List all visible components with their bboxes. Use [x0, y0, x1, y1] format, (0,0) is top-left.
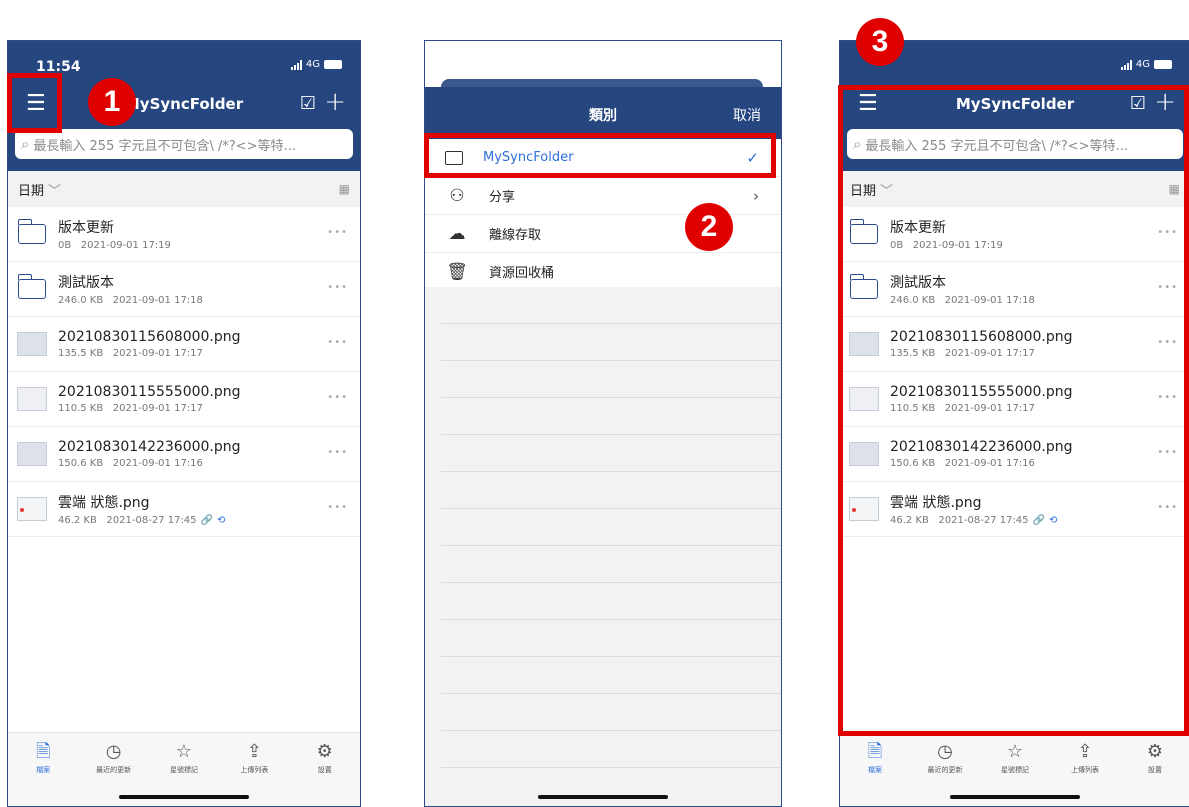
list-item[interactable]: 測試版本 246.0 KB 2021-09-01 17:18 ••• [8, 262, 360, 317]
status-indicators: 4G [1120, 59, 1172, 70]
search-icon: ⌕ [21, 135, 30, 153]
file-list: 版本更新 0B 2021-09-01 17:19 ••• 測試版本 246.0 KB … [8, 207, 360, 537]
sheet-header: 類別 取消 [425, 87, 781, 139]
tab-bar: 🗎 檔案 ◷ 最近的更新 ☆ 星號標記 ⇪ 上傳列表 ⚙ 設置 [8, 732, 360, 806]
star-icon: ☆ [175, 741, 193, 762]
image-thumbnail [17, 442, 47, 466]
search-input[interactable]: ⌕ 最長輸入 255 字元且不可包含\ /*?<>等特... [15, 129, 353, 159]
gear-icon: ⚙ [1146, 741, 1164, 762]
file-meta: 150.6 KB 2021-09-01 17:16 [58, 458, 203, 469]
file-name: 20210830115555000.png [58, 384, 241, 400]
link-icon: 🔗 [200, 515, 213, 526]
file-meta: 246.0 KB 2021-09-01 17:18 [58, 295, 203, 306]
cancel-button[interactable]: 取消 [733, 105, 761, 125]
sort-bar: 日期 ﹀ ▦ [8, 171, 360, 207]
document-icon: 🗎 [867, 741, 883, 762]
image-thumbnail [17, 387, 47, 411]
document-icon: 🗎 [35, 741, 51, 762]
tab-starred[interactable]: ☆ 星號標記 [154, 741, 214, 775]
home-indicator [538, 795, 668, 799]
chevron-right-icon: › [753, 186, 759, 205]
clock-icon: ◷ [937, 741, 953, 762]
trash-icon: 🗑 [446, 261, 468, 282]
empty-area [425, 287, 781, 806]
signal-icon [1120, 59, 1132, 70]
clock-icon: ◷ [105, 741, 122, 762]
highlight-box-category [424, 133, 776, 178]
file-meta: 0B 2021-09-01 17:19 [58, 240, 171, 251]
tab-recent[interactable]: ◷ 最近的更新 [84, 741, 144, 775]
more-icon[interactable]: ••• [327, 227, 348, 238]
tab-settings[interactable]: ⚙ 設置 [295, 741, 355, 775]
status-indicators: 4G [290, 59, 342, 70]
step-badge-1: 1 [88, 78, 136, 126]
home-indicator [119, 795, 249, 799]
folder-icon [18, 274, 46, 299]
people-icon: ⚇ [449, 185, 465, 206]
more-icon[interactable]: ••• [327, 502, 348, 513]
folder-icon [18, 219, 46, 244]
step-badge-3: 3 [856, 18, 904, 66]
file-name: 雲端 狀態.png [58, 495, 150, 511]
sheet-title: 類別 [589, 108, 617, 124]
list-item[interactable]: 20210830115555000.png 110.5 KB 2021-09-01… [8, 372, 360, 427]
tab-upload[interactable]: ⇪ 上傳列表 [1055, 741, 1115, 775]
network-label: 4G [305, 59, 320, 70]
chevron-down-icon: ﹀ [48, 183, 62, 199]
tab-bar: 🗎 檔案 ◷ 最近的更新 ☆ 星號標記 ⇪ 上傳列表 ⚙ 設置 [840, 732, 1189, 806]
battery-icon [1154, 60, 1172, 69]
highlight-box-menu [7, 73, 62, 133]
phone-screen-files: 11:54 4G ☰ MySyncFolder ☑ + ⌕ 最長輸入 255 字… [7, 40, 361, 807]
file-name: 20210830142236000.png [58, 439, 241, 455]
file-name: 測試版本 [58, 275, 114, 291]
highlight-box-result [838, 85, 1189, 736]
image-thumbnail [17, 332, 47, 356]
tab-upload[interactable]: ⇪ 上傳列表 [224, 741, 284, 775]
sort-dropdown[interactable]: 日期 ﹀ [18, 180, 61, 199]
list-item[interactable]: 20210830115608000.png 135.5 KB 2021-09-01… [8, 317, 360, 372]
history-icon: ⟲ [217, 515, 226, 526]
more-icon[interactable]: ••• [327, 392, 348, 403]
file-meta: 135.5 KB 2021-09-01 17:17 [58, 348, 203, 359]
list-item[interactable]: 20210830142236000.png 150.6 KB 2021-09-01… [8, 427, 360, 482]
more-icon[interactable]: ••• [327, 447, 348, 458]
more-icon[interactable]: ••• [327, 337, 348, 348]
file-meta: 46.2 KB 2021-08-27 17:45 🔗 ⟲ [58, 515, 226, 526]
step-badge-2: 2 [685, 203, 733, 251]
add-icon[interactable]: + [324, 87, 346, 117]
file-meta: 110.5 KB 2021-09-01 17:17 [58, 403, 203, 414]
tab-recent[interactable]: ◷ 最近的更新 [915, 741, 975, 775]
grid-view-icon[interactable]: ▦ [339, 182, 350, 196]
tab-files[interactable]: 🗎 檔案 [13, 741, 73, 775]
star-icon: ☆ [1006, 741, 1024, 762]
network-label: 4G [1135, 59, 1150, 70]
upload-icon: ⇪ [246, 741, 262, 762]
file-name: 20210830115608000.png [58, 329, 241, 345]
search-placeholder: 最長輸入 255 字元且不可包含\ /*?<>等特... [33, 138, 296, 154]
category-trash[interactable]: 🗑 資源回收桶 [425, 253, 781, 291]
file-name: 版本更新 [58, 220, 114, 236]
cloud-check-icon: ☁ [448, 223, 466, 244]
tab-settings[interactable]: ⚙ 設置 [1125, 741, 1185, 775]
list-item[interactable]: 版本更新 0B 2021-09-01 17:19 ••• [8, 207, 360, 262]
signal-icon [290, 59, 302, 70]
gear-icon: ⚙ [316, 741, 333, 762]
home-indicator [950, 795, 1080, 799]
tab-files[interactable]: 🗎 檔案 [845, 741, 905, 775]
upload-icon: ⇪ [1077, 741, 1093, 762]
image-thumbnail [17, 497, 47, 521]
tab-starred[interactable]: ☆ 星號標記 [985, 741, 1045, 775]
battery-icon [324, 60, 342, 69]
category-share[interactable]: ⚇ 分享 › [425, 177, 781, 215]
more-icon[interactable]: ••• [327, 282, 348, 293]
list-item[interactable]: 雲端 狀態.png 46.2 KB 2021-08-27 17:45 🔗 ⟲ ••• [8, 482, 360, 537]
select-icon[interactable]: ☑ [300, 93, 316, 114]
